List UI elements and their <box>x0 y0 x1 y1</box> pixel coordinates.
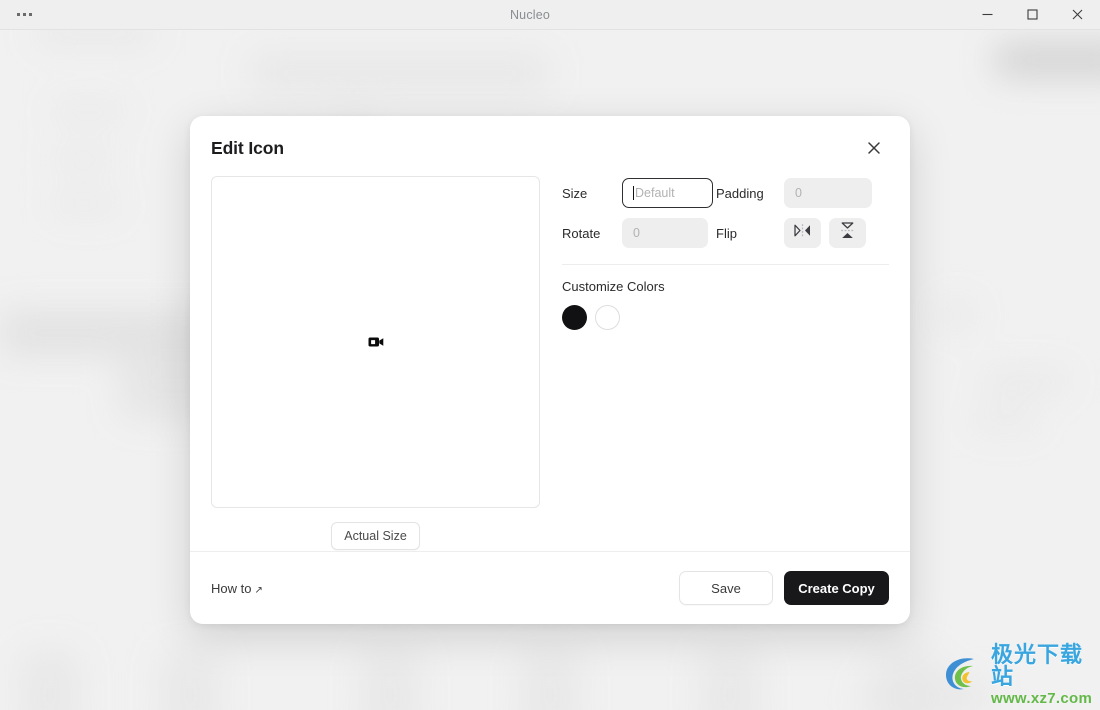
window-titlebar: Nucleo <box>0 0 1100 30</box>
padding-label: Padding <box>716 185 764 201</box>
dialog-title: Edit Icon <box>211 137 284 158</box>
close-icon[interactable] <box>861 135 887 161</box>
flip-label: Flip <box>716 225 737 241</box>
padding-input-placeholder: 0 <box>795 186 802 200</box>
flip-button-group <box>784 218 889 248</box>
save-button[interactable]: Save <box>679 571 773 605</box>
controls-divider <box>562 264 889 265</box>
dialog-body: Edit Icon Actual Size Size Default Paddi… <box>190 116 910 551</box>
app-window: Nucleo Edit Icon Actual Size Size Defaul… <box>0 0 1100 710</box>
controls-column: Size Default Padding 0 Rotate 0 Flip Cus… <box>562 176 889 550</box>
dialog-footer: How to ↗ Save Create Copy <box>190 551 910 624</box>
how-to-label: How to <box>211 580 252 596</box>
edit-icon-dialog: Edit Icon Actual Size Size Default Paddi… <box>190 116 910 624</box>
actual-size-row: Actual Size <box>211 522 540 550</box>
controls-grid: Size Default Padding 0 Rotate 0 Flip <box>562 178 889 248</box>
preview-column: Actual Size <box>211 176 540 550</box>
watermark-text: 极光下载站 www.xz7.com <box>991 642 1093 707</box>
rotate-input-placeholder: 0 <box>633 226 640 240</box>
rotate-label: Rotate <box>562 225 601 241</box>
window-controls <box>940 0 1100 30</box>
flip-horizontal-button[interactable] <box>784 218 821 248</box>
actual-size-button[interactable]: Actual Size <box>331 522 420 550</box>
external-link-arrow-icon: ↗ <box>254 584 263 596</box>
site-watermark: 极光下载站 www.xz7.com <box>940 644 1092 706</box>
dialog-header: Edit Icon <box>211 116 889 161</box>
maximize-icon[interactable] <box>1010 0 1055 30</box>
close-window-icon[interactable] <box>1055 0 1100 30</box>
text-caret <box>633 186 634 200</box>
kebab-menu-icon[interactable] <box>13 7 36 22</box>
size-input[interactable]: Default <box>622 178 713 208</box>
create-copy-button[interactable]: Create Copy <box>784 571 889 605</box>
watermark-url-text: www.xz7.com <box>991 690 1093 707</box>
how-to-link[interactable]: How to ↗ <box>211 581 263 596</box>
video-camera-icon <box>367 333 385 351</box>
flip-vertical-button[interactable] <box>829 218 866 248</box>
size-label: Size <box>562 185 588 201</box>
color-swatch-black[interactable] <box>562 305 587 330</box>
watermark-logo-icon <box>940 650 986 701</box>
color-swatch-list <box>562 305 889 330</box>
icon-preview-canvas[interactable] <box>211 176 540 508</box>
flip-vertical-icon <box>840 222 855 244</box>
customize-colors-title: Customize Colors <box>562 279 665 294</box>
rotate-input[interactable]: 0 <box>622 218 708 248</box>
titlebar-left-group <box>0 7 120 22</box>
color-swatch-white[interactable] <box>595 305 620 330</box>
flip-horizontal-icon <box>794 223 811 243</box>
dialog-content: Actual Size Size Default Padding 0 Rotat… <box>211 176 889 550</box>
minimize-icon[interactable] <box>965 0 1010 30</box>
size-input-placeholder: Default <box>635 186 675 200</box>
padding-input[interactable]: 0 <box>784 178 872 208</box>
window-title: Nucleo <box>509 7 551 22</box>
footer-actions: Save Create Copy <box>679 571 889 605</box>
watermark-chinese-text: 极光下载站 <box>991 642 1084 689</box>
